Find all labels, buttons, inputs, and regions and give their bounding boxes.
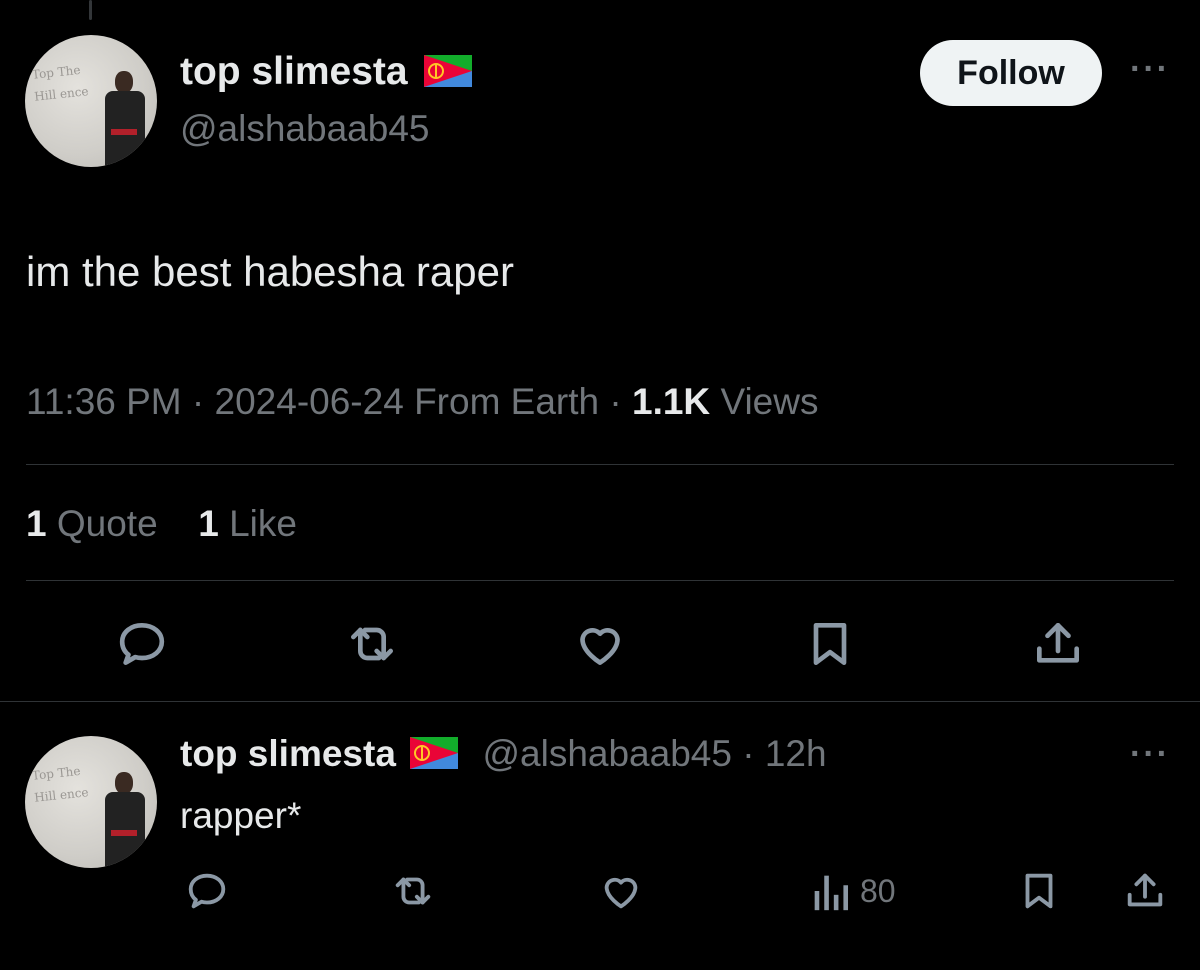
author-handle[interactable]: @alshabaab45 [180, 108, 429, 150]
avatar-graffiti: Top The Hill ence [31, 62, 90, 104]
reply-icon [119, 623, 165, 665]
like-icon [580, 628, 620, 665]
like-button[interactable] [570, 614, 630, 674]
reply-reply-button[interactable] [182, 866, 232, 916]
retweet-icon [351, 627, 393, 661]
avatar-graffiti: Top The Hill ence [31, 763, 90, 805]
bookmark-button[interactable] [800, 614, 860, 674]
avatar-person [101, 71, 147, 167]
share-button[interactable] [1028, 614, 1088, 674]
share-icon [1127, 873, 1163, 907]
reply-author-name[interactable]: top slimesta [180, 733, 396, 774]
retweet-icon [395, 877, 431, 905]
quotes-label: Quote [56, 503, 158, 544]
reply-share-button[interactable] [1120, 866, 1170, 916]
divider [26, 580, 1174, 581]
eritrea-flag-icon [424, 54, 473, 87]
tweet-date[interactable]: 2024-06-24 [215, 381, 404, 422]
avatar-person [101, 772, 147, 868]
likes-count: 1 [198, 503, 219, 544]
avatar[interactable]: Top The Hill ence [25, 35, 157, 167]
likes-stat[interactable]: 1 Like [198, 503, 297, 544]
share-icon [1037, 623, 1079, 663]
author-name[interactable]: top slimesta [180, 50, 473, 94]
reply-time[interactable]: 12h [765, 733, 827, 774]
views-icon [814, 875, 849, 911]
tweet-time[interactable]: 11:36 PM [26, 381, 182, 422]
more-options-icon[interactable]: ··· [1130, 50, 1170, 89]
bookmark-icon [1025, 873, 1053, 909]
author-name-text: top slimesta [180, 50, 408, 93]
quotes-count: 1 [26, 503, 47, 544]
tweet-meta: 11:36 PM · 2024-06-24 From Earth · 1.1K … [26, 381, 818, 423]
reply-more-options-icon[interactable]: ··· [1130, 735, 1170, 774]
divider [0, 701, 1200, 702]
follow-button[interactable]: Follow [920, 40, 1102, 106]
eritrea-flag-icon [410, 737, 459, 770]
retweet-button[interactable] [340, 614, 404, 674]
like-icon [604, 877, 638, 909]
likes-label: Like [229, 503, 297, 544]
reply-like-button[interactable] [596, 866, 646, 916]
tweet-stats: 1 Quote 1 Like [26, 503, 297, 545]
meta-separator: · [181, 381, 215, 422]
thread-connector-line [89, 0, 92, 20]
reply-views-count: 80 [860, 872, 896, 909]
reply-bookmark-button[interactable] [1014, 866, 1064, 916]
reply-icon [188, 873, 226, 909]
reply-header: top slimesta @alshabaab45 · 12h [180, 733, 827, 775]
reply-retweet-button[interactable] [386, 866, 440, 916]
divider [26, 464, 1174, 465]
reply-avatar[interactable]: Top The Hill ence [25, 736, 157, 868]
tweet-text: im the best habesha raper [26, 248, 514, 295]
reply-button[interactable] [112, 614, 172, 674]
tweet-source: From Earth [414, 381, 600, 422]
reply-views-button[interactable]: 80 [810, 866, 896, 916]
views-label: Views [720, 381, 819, 422]
reply-separator: · [742, 733, 755, 774]
bookmark-icon [813, 623, 847, 665]
reply-text: rapper* [180, 795, 302, 836]
reply-author-handle[interactable]: @alshabaab45 [482, 733, 731, 774]
meta-separator-2: · [599, 381, 632, 422]
views-count: 1.1K [632, 381, 711, 422]
quotes-stat[interactable]: 1 Quote [26, 503, 158, 544]
